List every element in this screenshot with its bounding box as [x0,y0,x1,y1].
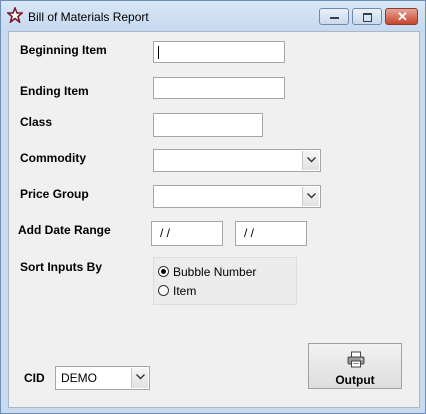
close-icon: ✕ [397,9,408,24]
class-label: Class [20,115,53,129]
chevron-down-icon[interactable] [302,187,319,206]
radio-button[interactable] [158,285,169,296]
radio-label: Bubble Number [173,265,257,279]
printer-icon [347,351,365,371]
price-group-select[interactable] [153,185,321,208]
date-range-label: Add Date Range [18,223,111,237]
price-group-label: Price Group [20,187,89,201]
commodity-label: Commodity [20,151,86,165]
ending-item-input[interactable] [153,77,285,99]
date-from-input[interactable]: / / [151,221,223,246]
date-to-input[interactable]: / / [235,221,307,246]
beginning-item-input[interactable] [153,41,285,63]
radio-button-checked[interactable] [158,266,169,277]
date-from-value: / / [160,226,171,240]
radio-label: Item [173,284,197,298]
report-window: Bill of Materials Report ✕ Beginning Ite… [0,0,426,414]
beginning-item-label: Beginning Item [20,43,107,57]
star-icon [5,5,25,25]
text-caret [158,46,159,59]
sort-inputs-label: Sort Inputs By [20,260,103,274]
sort-radio-group: Bubble Number Item [153,257,297,305]
cid-select[interactable]: DEMO [55,366,150,390]
maximize-button[interactable] [352,8,382,25]
chevron-down-icon[interactable] [131,368,148,388]
output-button[interactable]: Output [308,343,402,389]
title-bar[interactable]: Bill of Materials Report ✕ [1,1,425,31]
class-input[interactable] [153,113,263,137]
output-button-label: Output [335,373,375,387]
window-title: Bill of Materials Report [28,10,149,24]
cid-value: DEMO [61,371,97,385]
chevron-down-icon[interactable] [302,151,319,170]
close-button[interactable]: ✕ [385,8,418,25]
date-to-value: / / [244,226,255,240]
form-panel: Beginning Item Ending Item Class Commodi… [8,31,420,408]
minimize-icon [330,17,339,19]
maximize-icon [363,13,372,22]
ending-item-label: Ending Item [20,84,89,98]
commodity-select[interactable] [153,149,321,172]
cid-label: CID [24,371,45,385]
minimize-button[interactable] [319,8,349,25]
